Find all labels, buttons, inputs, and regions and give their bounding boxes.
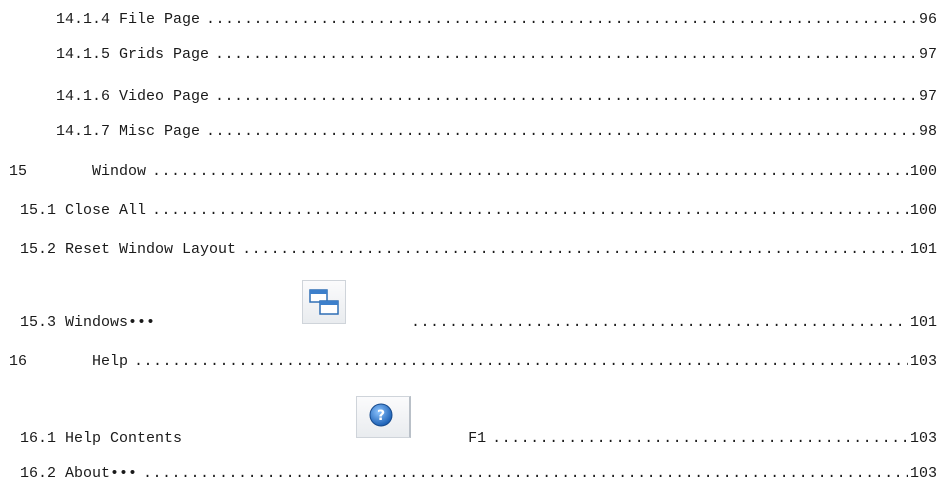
toc-entry-14-1-6[interactable]: 14.1.6 Video Page 97 — [56, 83, 937, 105]
windows-cascade-icon — [302, 280, 346, 324]
dot-leader — [411, 314, 908, 331]
toc-entry-number: 14.1.4 — [56, 11, 111, 28]
dot-leader — [215, 46, 917, 63]
dot-leader — [152, 202, 908, 219]
toc-entry-14-1-7[interactable]: 14.1.7 Misc Page 98 — [56, 118, 937, 140]
dot-leader — [492, 430, 908, 447]
toc-entry-14-1-5[interactable]: 14.1.5 Grids Page 97 — [56, 41, 937, 63]
toc-entry-page: 96 — [918, 11, 937, 28]
dot-leader — [152, 163, 908, 180]
toc-entry-16-1[interactable]: 16.1 Help Contents F1 103 — [20, 425, 937, 447]
toc-entry-title: Help Contents — [65, 430, 183, 447]
toc-entry-number: 15.3 — [20, 314, 57, 331]
toc-entry-title: Misc Page — [119, 123, 201, 140]
toc-entry-shortcut: F1 — [468, 430, 487, 447]
toc-entry-title: About••• — [65, 465, 138, 482]
toc-entry-title: Window — [92, 163, 147, 180]
toc-entry-page: 100 — [909, 202, 937, 219]
toc-entry-title: Video Page — [119, 88, 210, 105]
toc-entry-page: 97 — [918, 88, 937, 105]
help-question-icon: ? — [356, 396, 411, 438]
toc-entry-title: File Page — [119, 11, 201, 28]
toc-entry-page: 100 — [909, 163, 937, 180]
toc-entry-16-2[interactable]: 16.2 About••• 103 — [20, 460, 937, 482]
toc-entry-15-3[interactable]: 15.3 Windows••• 101 — [20, 309, 937, 331]
toc-entry-15-1[interactable]: 15.1 Close All 100 — [20, 197, 937, 219]
svg-text:?: ? — [377, 408, 385, 424]
dot-leader — [242, 241, 908, 258]
toc-entry-number: 16.2 — [20, 465, 57, 482]
toc-entry-number: 15 — [9, 163, 28, 180]
dot-leader — [206, 11, 917, 28]
toc-entry-title: Grids Page — [119, 46, 210, 63]
toc-entry-number: 14.1.6 — [56, 88, 111, 105]
toc-entry-number: 14.1.5 — [56, 46, 111, 63]
toc-entry-title: Help — [92, 353, 129, 370]
toc-entry-page: 103 — [909, 353, 937, 370]
dot-leader — [143, 465, 908, 482]
dot-leader — [215, 88, 917, 105]
dot-leader — [134, 353, 908, 370]
toc-entry-title: Reset Window Layout — [65, 241, 237, 258]
toc-entry-14-1-4[interactable]: 14.1.4 File Page 96 — [56, 6, 937, 28]
toc-entry-number: 15.2 — [20, 241, 57, 258]
toc-entry-number: 14.1.7 — [56, 123, 111, 140]
toc-entry-15-2[interactable]: 15.2 Reset Window Layout 101 — [20, 236, 937, 258]
toc-entry-number: 16 — [9, 353, 28, 370]
toc-entry-page: 103 — [909, 430, 937, 447]
toc-entry-page: 101 — [909, 241, 937, 258]
toc-entry-number: 15.1 — [20, 202, 57, 219]
toc-entry-page: 97 — [918, 46, 937, 63]
toc-entry-page: 98 — [918, 123, 937, 140]
toc-entry-number: 16.1 — [20, 430, 57, 447]
toc-entry-15[interactable]: 15 Window 100 — [9, 158, 937, 180]
toc-entry-16[interactable]: 16 Help 103 — [9, 348, 937, 370]
dot-leader — [206, 123, 917, 140]
toc-entry-title: Windows••• — [65, 314, 156, 331]
toc-entry-page: 101 — [909, 314, 937, 331]
toc-entry-page: 103 — [909, 465, 937, 482]
toc-entry-title: Close All — [65, 202, 147, 219]
